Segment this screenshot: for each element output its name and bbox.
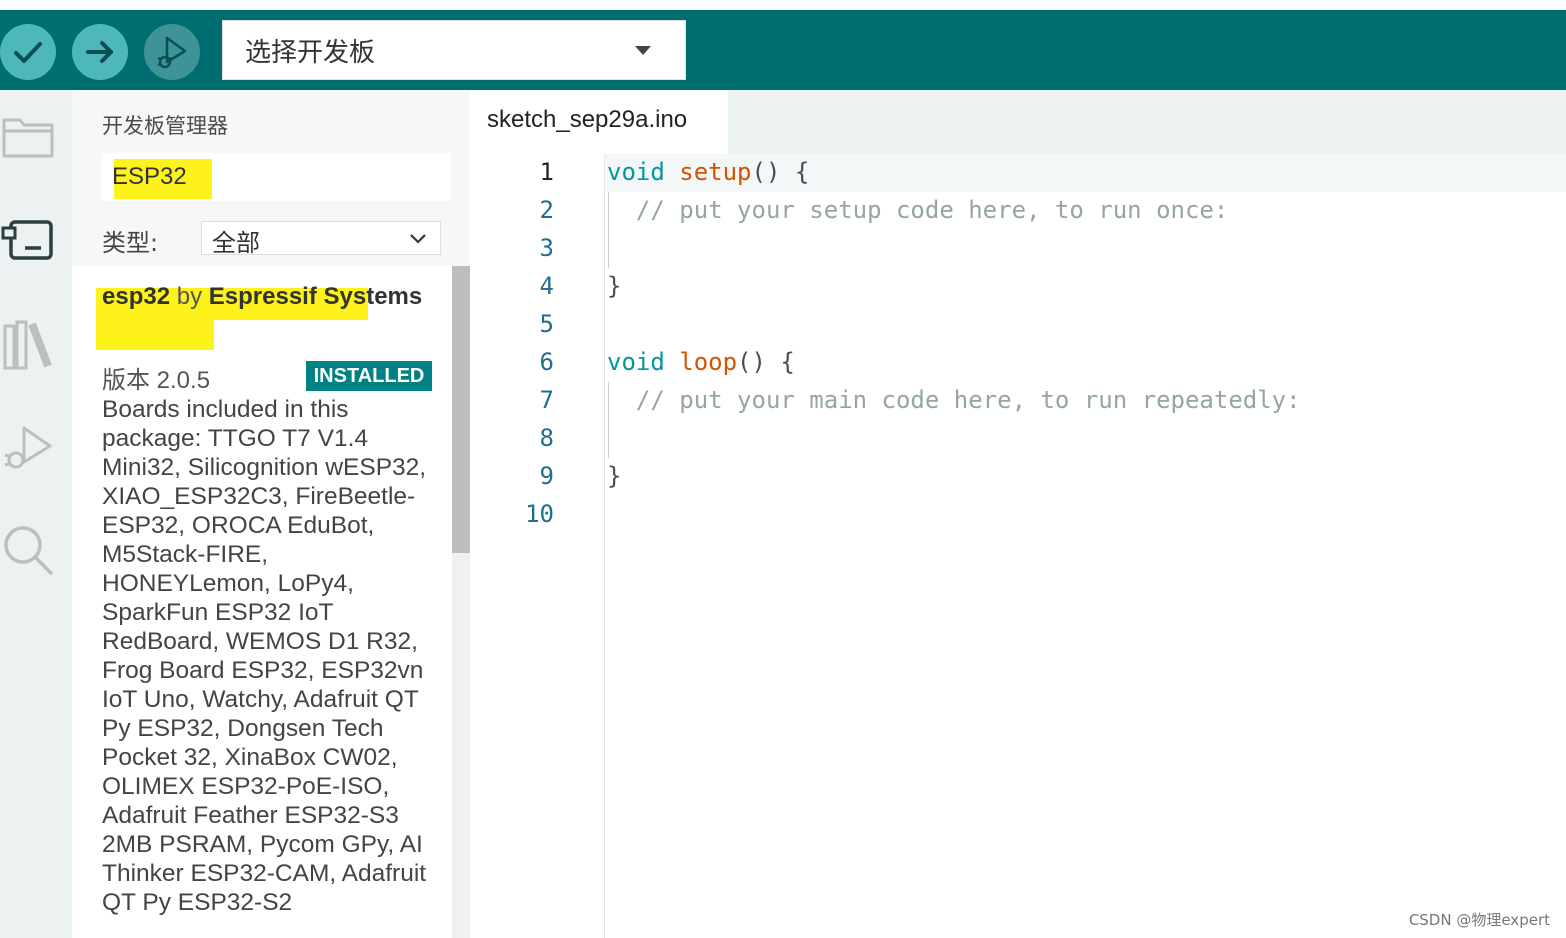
code-line-1: void setup() { — [607, 158, 810, 186]
code-line-6: void loop() { — [607, 348, 795, 376]
debug-button[interactable] — [144, 24, 200, 80]
type-filter-label: 类型: — [102, 229, 159, 257]
search-icon — [4, 526, 53, 575]
tab-sketch[interactable]: sketch_sep29a.ino — [470, 90, 728, 154]
board-by: by — [176, 283, 203, 310]
chevron-down-icon — [635, 46, 651, 55]
scrollbar-thumb[interactable] — [452, 266, 470, 553]
board-name: esp32 — [102, 283, 171, 310]
panel-title: 开发板管理器 — [102, 114, 228, 138]
watermark: CSDN @物理expert — [1408, 911, 1550, 929]
line-number: 8 — [539, 424, 554, 452]
search-value: ESP32 — [112, 163, 187, 190]
board-author: Espressif Systems — [208, 283, 423, 310]
toolbar: 选择开发板 — [0, 10, 1566, 90]
board-list[interactable]: esp32 by Espressif Systems 版本 2.0.5 INST… — [72, 266, 470, 938]
board-card-esp32[interactable]: esp32 by Espressif Systems 版本 2.0.5 INST… — [96, 282, 434, 916]
verify-button[interactable] — [0, 24, 56, 80]
debug-icon — [4, 426, 52, 469]
installed-badge: INSTALLED — [306, 361, 432, 391]
board-description: Boards included in this package: TTGO T7… — [102, 396, 427, 916]
activity-bar — [0, 90, 72, 938]
line-number: 6 — [539, 348, 554, 376]
line-number: 3 — [539, 234, 554, 262]
board-version: 版本 2.0.5 — [102, 367, 211, 394]
line-number: 9 — [539, 462, 554, 490]
boards-manager-button[interactable] — [0, 212, 56, 268]
search-panel-button[interactable] — [0, 522, 56, 578]
line-number: 5 — [539, 310, 554, 338]
upload-button[interactable] — [72, 24, 128, 80]
window-top-strip — [0, 0, 1566, 10]
board-select-dropdown[interactable]: 选择开发板 — [222, 20, 686, 80]
code-area[interactable]: void setup() { // put your setup code he… — [604, 154, 1566, 938]
line-number: 2 — [539, 196, 554, 224]
chevron-down-icon — [410, 234, 426, 244]
type-filter-select[interactable]: 全部 — [201, 221, 441, 257]
line-number: 10 — [525, 500, 554, 528]
board-card-title: esp32 by Espressif Systems — [102, 282, 434, 311]
code-line-7: // put your main code here, to run repea… — [607, 386, 1301, 414]
line-number: 7 — [539, 386, 554, 414]
board-list-scrollbar[interactable] — [452, 266, 470, 938]
editor-tab-bar: sketch_sep29a.ino — [470, 90, 1566, 154]
arrow-right-icon — [86, 41, 113, 63]
board-search-input[interactable]: ESP32 — [102, 153, 451, 201]
tab-label: sketch_sep29a.ino — [487, 106, 688, 133]
library-icon — [3, 320, 52, 370]
code-line-2: // put your setup code here, to run once… — [607, 196, 1229, 224]
highlight-mark — [96, 318, 214, 350]
debug-icon — [157, 36, 187, 69]
code-line-4: } — [607, 272, 622, 300]
line-number: 4 — [539, 272, 554, 300]
line-number-gutter: 1 2 3 4 5 6 7 8 9 10 — [470, 154, 604, 938]
code-line-9: } — [607, 462, 622, 490]
check-icon — [14, 42, 42, 63]
board-select-label: 选择开发板 — [245, 37, 376, 68]
type-filter-value: 全部 — [212, 229, 260, 257]
line-number: 1 — [539, 158, 554, 186]
debug-panel-button[interactable] — [0, 420, 56, 476]
code-editor: sketch_sep29a.ino 1 2 3 4 5 6 7 8 9 10 v… — [470, 90, 1566, 938]
folder-icon — [2, 118, 54, 158]
library-manager-button[interactable] — [0, 316, 56, 372]
sketchbook-button[interactable] — [0, 108, 56, 164]
board-icon — [1, 220, 53, 260]
boards-manager-panel: 开发板管理器 ESP32 类型: 全部 esp32 by Espressif S… — [72, 90, 470, 938]
